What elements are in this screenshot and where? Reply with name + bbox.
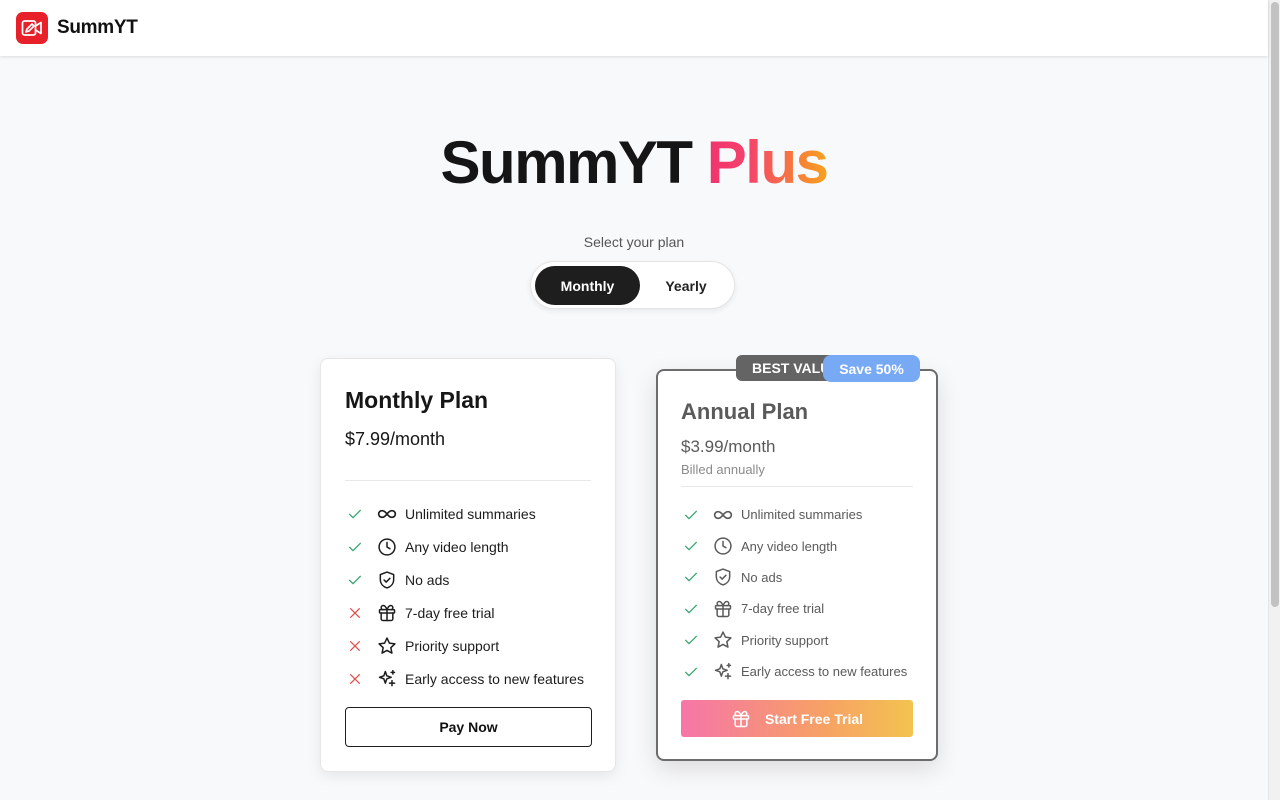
shield-check-icon bbox=[713, 567, 733, 587]
check-icon bbox=[345, 570, 365, 590]
sparkles-icon bbox=[713, 662, 733, 682]
clock-icon bbox=[713, 536, 733, 556]
feature-label: Unlimited summaries bbox=[741, 507, 863, 523]
monthly-plan-card: Monthly Plan $7.99/month Unlimited summa… bbox=[320, 358, 616, 772]
billing-note: Billed annually bbox=[681, 462, 765, 477]
feature-label: 7-day free trial bbox=[405, 604, 495, 621]
infinity-icon bbox=[377, 504, 397, 524]
feature-item: Early access to new features bbox=[345, 662, 584, 695]
divider bbox=[681, 486, 913, 487]
toggle-monthly[interactable]: Monthly bbox=[535, 266, 640, 305]
annual-plan-card: Annual Plan $3.99/month Billed annually … bbox=[656, 369, 938, 761]
feature-label: 7-day free trial bbox=[741, 601, 825, 617]
check-icon bbox=[345, 537, 365, 557]
sparkles-icon bbox=[377, 669, 397, 689]
feature-label: Any video length bbox=[741, 538, 838, 554]
feature-label: Priority support bbox=[741, 632, 829, 648]
feature-list: Unlimited summaries Any video length No ad… bbox=[681, 499, 907, 687]
clock-icon bbox=[377, 537, 397, 557]
plan-price: $3.99/month bbox=[681, 437, 776, 456]
feature-label: Early access to new features bbox=[741, 664, 908, 680]
feature-item: No ads bbox=[345, 563, 584, 596]
best-value-badge: BEST VALUE bbox=[736, 355, 836, 381]
plan-price: $7.99/month bbox=[345, 429, 446, 449]
check-icon bbox=[681, 599, 701, 619]
star-icon bbox=[377, 636, 397, 656]
feature-item: 7-day free trial bbox=[681, 593, 907, 624]
feature-item: Priority support bbox=[681, 625, 907, 656]
select-plan-label: Select your plan bbox=[583, 234, 685, 250]
divider bbox=[345, 480, 591, 481]
check-icon bbox=[681, 630, 701, 650]
feature-item: Priority support bbox=[345, 629, 584, 662]
gift-icon bbox=[713, 599, 733, 619]
top-nav: SummYT bbox=[0, 0, 1268, 56]
plan-name: Monthly Plan bbox=[345, 387, 489, 413]
feature-label: No ads bbox=[405, 571, 450, 588]
x-icon bbox=[345, 636, 365, 656]
feature-item: Unlimited summaries bbox=[345, 497, 584, 530]
gift-icon bbox=[731, 709, 751, 729]
toggle-yearly[interactable]: Yearly bbox=[640, 266, 732, 305]
check-icon bbox=[345, 504, 365, 524]
feature-item: No ads bbox=[681, 562, 907, 593]
title-main: SummYT bbox=[440, 129, 694, 196]
infinity-icon bbox=[713, 505, 733, 525]
check-icon bbox=[681, 567, 701, 587]
billing-toggle: Monthly Yearly bbox=[530, 261, 735, 309]
plan-name: Annual Plan bbox=[681, 399, 809, 424]
gift-icon bbox=[377, 603, 397, 623]
page-title: SummYT Plus bbox=[0, 128, 1268, 197]
x-icon bbox=[345, 669, 365, 689]
start-free-trial-button[interactable]: Start Free Trial bbox=[681, 700, 913, 737]
shield-check-icon bbox=[377, 570, 397, 590]
feature-label: Any video length bbox=[405, 538, 509, 555]
check-icon bbox=[681, 505, 701, 525]
feature-item: Unlimited summaries bbox=[681, 499, 907, 530]
scrollbar-thumb[interactable] bbox=[1271, 2, 1279, 607]
save-badge: Save 50% bbox=[823, 355, 920, 382]
feature-label: Priority support bbox=[405, 637, 500, 654]
feature-item: Any video length bbox=[681, 530, 907, 561]
brand-name[interactable]: SummYT bbox=[57, 17, 138, 39]
feature-label: Unlimited summaries bbox=[405, 505, 536, 522]
check-icon bbox=[681, 662, 701, 682]
page-scrollbar[interactable] bbox=[1268, 0, 1280, 800]
title-accent: Plus bbox=[706, 129, 829, 196]
check-icon bbox=[681, 536, 701, 556]
pay-now-button[interactable]: Pay Now bbox=[345, 707, 592, 747]
feature-item: Any video length bbox=[345, 530, 584, 563]
trial-button-label: Start Free Trial bbox=[764, 710, 864, 727]
star-icon bbox=[713, 630, 733, 650]
video-edit-icon[interactable] bbox=[16, 12, 48, 44]
x-icon bbox=[345, 603, 365, 623]
feature-item: Early access to new features bbox=[681, 656, 907, 687]
feature-label: No ads bbox=[741, 569, 783, 585]
feature-label: Early access to new features bbox=[405, 670, 584, 687]
feature-item: 7-day free trial bbox=[345, 596, 584, 629]
feature-list: Unlimited summaries Any video length No ad… bbox=[345, 497, 584, 695]
